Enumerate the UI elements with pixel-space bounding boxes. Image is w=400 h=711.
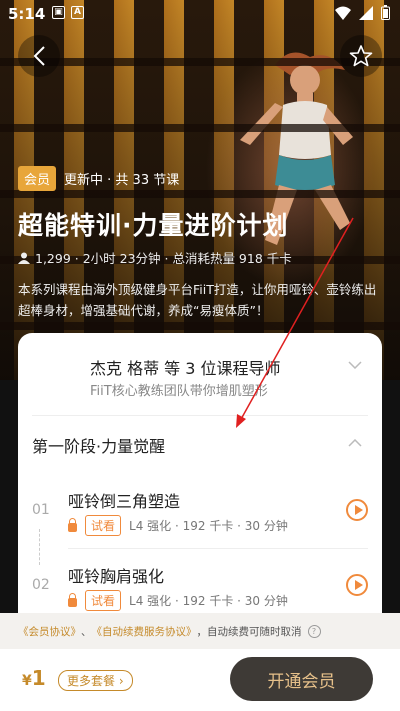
member-badge: 会员 (18, 166, 57, 191)
divider (32, 415, 368, 416)
member-agreement-link[interactable]: 《会员协议》 (18, 624, 81, 639)
play-icon[interactable] (346, 499, 368, 521)
trial-badge[interactable]: 试看 (85, 515, 122, 536)
chevron-down-icon[interactable] (348, 361, 362, 369)
divider (68, 548, 368, 549)
gallery-notification-icon: ▣ (52, 6, 65, 19)
course-title: 超能特训·力量进阶计划 (18, 211, 289, 240)
more-plans-label: 更多套餐 (67, 674, 116, 688)
agreement-separator: 、 (81, 625, 92, 638)
auto-renew-agreement-link[interactable]: 《自动续费服务协议》 (92, 624, 197, 639)
more-plans-button[interactable]: 更多套餐 › (58, 670, 133, 691)
wifi-icon (335, 6, 351, 20)
chevron-left-icon (33, 46, 45, 66)
coach-subtitle: FiiT核心教练团队带你增肌塑形 (90, 384, 268, 399)
stage-title[interactable]: 第一阶段·力量觉醒 (32, 433, 165, 457)
update-status: 更新中 · 共 33 节课 (64, 173, 180, 188)
lesson-meta: L4 强化 · 192 千卡 · 30 分钟 (129, 594, 288, 608)
lesson-title: 哑铃倒三角塑造 (68, 492, 181, 511)
lesson-meta: L4 强化 · 192 千卡 · 30 分钟 (129, 519, 288, 533)
trial-badge[interactable]: 试看 (85, 590, 122, 611)
agreement-bar: 《会员协议》 、 《自动续费服务协议》 ，自动续费可随时取消 ? (0, 613, 400, 649)
lock-icon (68, 592, 77, 607)
play-icon[interactable] (346, 574, 368, 596)
back-button[interactable] (18, 35, 60, 77)
lesson-title: 哑铃胸肩强化 (68, 567, 165, 586)
price: ¥1 (22, 666, 46, 690)
currency-symbol: ¥ (22, 673, 32, 689)
status-time: 5:14 (8, 5, 46, 23)
signal-icon (359, 5, 373, 20)
course-meta: 1,299 · 2小时 23分钟 · 总消耗热量 918 千卡 (18, 248, 292, 267)
user-icon (18, 252, 30, 264)
agreement-note: ，自动续费可随时取消 (196, 625, 302, 638)
status-bar: 5:14 ▣ A (0, 0, 400, 28)
lesson-number: 01 (32, 502, 50, 518)
course-content-card: 杰克 格蒂 等 3 位课程导师 FiiT核心教练团队带你增肌塑形 第一阶段·力量… (18, 333, 382, 633)
help-icon[interactable]: ? (307, 624, 321, 638)
open-membership-label: 开通会员 (267, 671, 336, 692)
course-meta-text: 1,299 · 2小时 23分钟 · 总消耗热量 918 千卡 (35, 251, 292, 266)
open-membership-button[interactable]: 开通会员 (230, 657, 373, 701)
lock-icon (68, 517, 77, 532)
lesson-meta-row: 试看 L4 强化 · 192 千卡 · 30 分钟 (68, 590, 288, 611)
course-description: 本系列课程由海外顶级健身平台FiiT打造，让你用哑铃、壶铃练出超棒身材，增强基础… (18, 282, 377, 318)
app-notification-icon: A (71, 6, 84, 19)
chevron-up-icon[interactable] (348, 439, 362, 447)
purchase-bar: ¥1 更多套餐 › 开通会员 (0, 649, 400, 711)
timeline-connector (39, 529, 40, 565)
price-value: 1 (31, 666, 46, 690)
coach-name: 杰克 格蒂 等 3 位课程导师 (90, 359, 281, 378)
lesson-number: 02 (32, 577, 50, 593)
battery-icon (381, 5, 390, 20)
chevron-right-icon: › (118, 674, 124, 688)
lesson-meta-row: 试看 L4 强化 · 192 千卡 · 30 分钟 (68, 515, 288, 536)
course-badge-row: 会员 更新中 · 共 33 节课 (18, 166, 179, 191)
star-icon (349, 45, 373, 67)
favorite-button[interactable] (340, 35, 382, 77)
